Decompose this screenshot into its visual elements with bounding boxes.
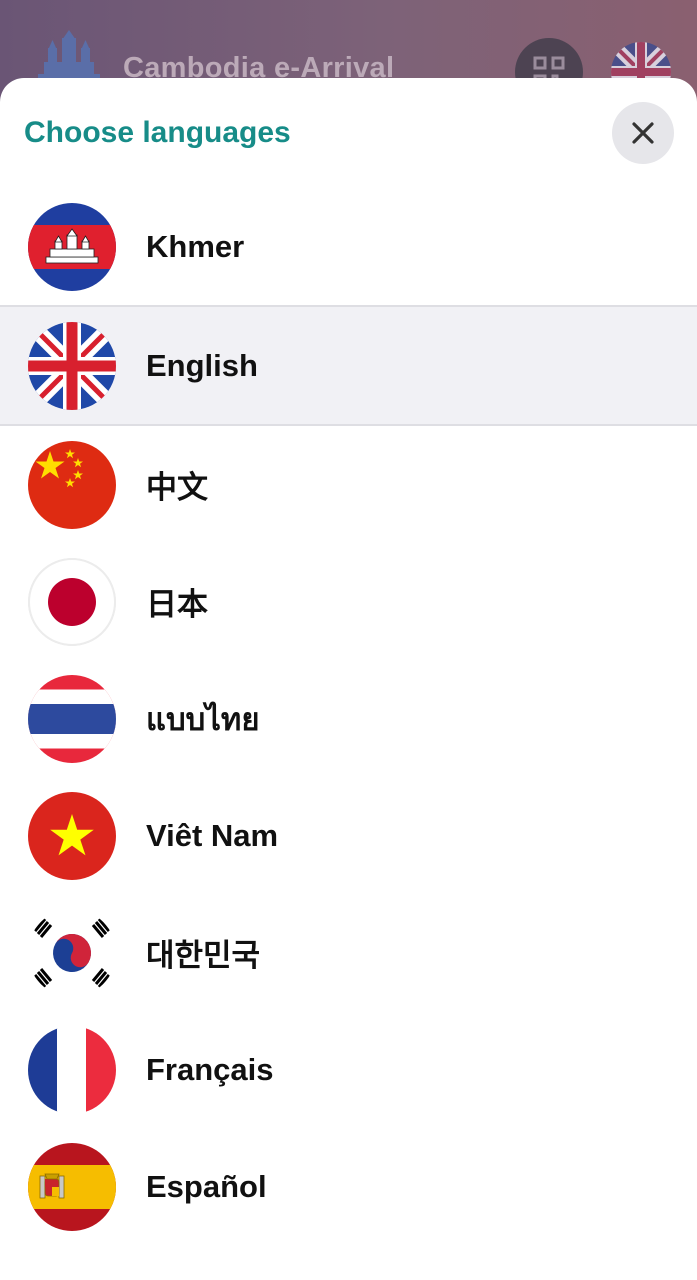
language-option-french[interactable]: Français (0, 1011, 697, 1128)
language-label: แบบไทย (146, 701, 260, 737)
language-option-chinese[interactable]: 中文 (0, 426, 697, 543)
japan-flag-icon (28, 557, 116, 646)
language-label: Viêt Nam (146, 817, 279, 853)
language-label: 대한민국 (146, 938, 261, 973)
language-option-japanese[interactable]: 日本 (0, 543, 697, 660)
vietnam-flag-icon (28, 791, 116, 880)
language-label: English (146, 347, 258, 383)
language-option-vietnamese[interactable]: Viêt Nam (0, 777, 697, 894)
sheet-title: Choose languages (24, 116, 291, 149)
close-button[interactable] (612, 102, 674, 164)
language-option-spanish[interactable]: Español (0, 1128, 697, 1245)
language-option-thai[interactable]: แบบไทย (0, 660, 697, 777)
language-option-english[interactable]: English (0, 305, 697, 426)
france-flag-icon (28, 1025, 116, 1114)
thailand-flag-icon (28, 674, 116, 763)
language-option-khmer[interactable]: Khmer (0, 188, 697, 305)
language-label: Français (146, 1051, 274, 1087)
china-flag-icon (28, 440, 116, 529)
language-label: Khmer (146, 228, 245, 264)
language-label: 日本 (146, 587, 208, 622)
spain-flag-icon (28, 1142, 116, 1231)
close-icon (632, 122, 654, 144)
uk-flag-icon (28, 321, 116, 410)
korea-flag-icon (28, 908, 116, 997)
language-bottom-sheet: Choose languages Khmer English 中文 日本 แบบ… (0, 78, 697, 1280)
language-option-korean[interactable]: 대한민국 (0, 894, 697, 1011)
language-label: Español (146, 1168, 267, 1204)
language-label: 中文 (146, 470, 208, 505)
language-list: Khmer English 中文 日本 แบบไทย Viêt Nam 대한민국… (0, 188, 697, 1245)
cambodia-flag-icon (28, 202, 116, 291)
